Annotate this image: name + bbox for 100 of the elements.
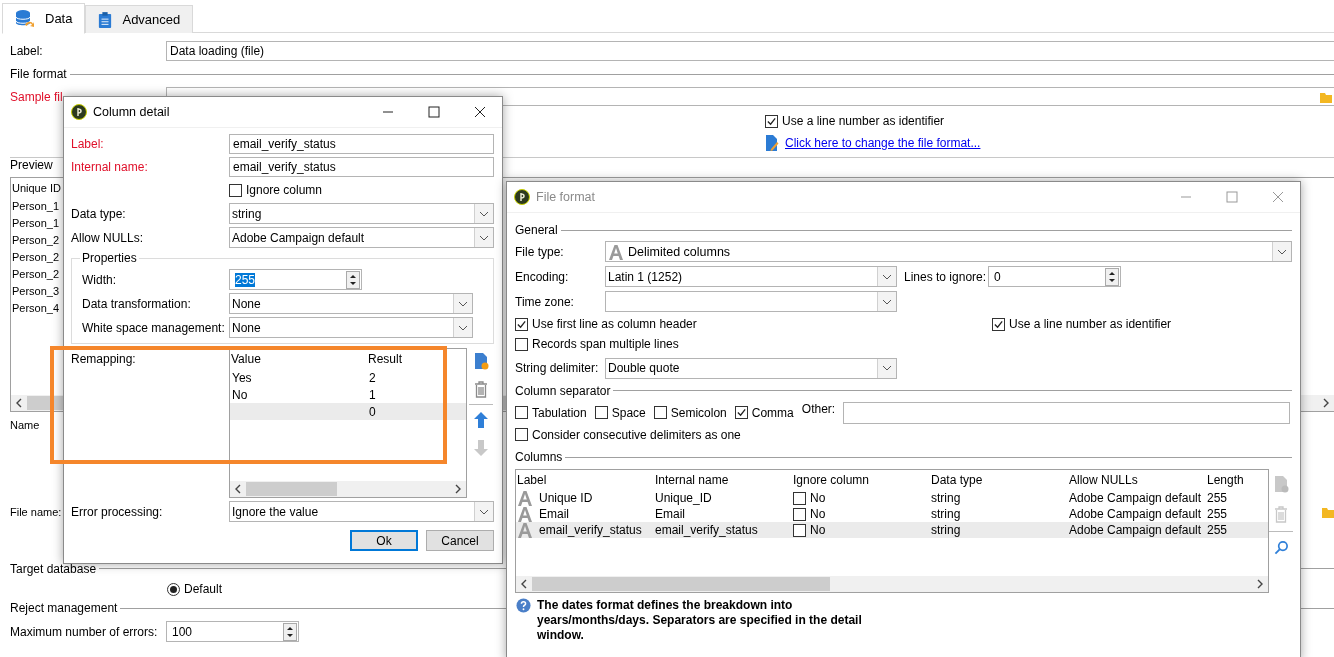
tab[interactable]: Data: [2, 3, 86, 34]
table-cell-text: Person_2: [12, 232, 60, 248]
section-heading: Column separator: [515, 383, 611, 398]
table-row[interactable]: 0: [230, 403, 466, 420]
help-note: The dates format defines the breakdown into years/months/days. Separators are specified in the detail window.: [537, 598, 863, 643]
window-title: Column detail: [93, 105, 171, 119]
field-label: Time zone:: [515, 294, 575, 309]
field-label: Width:: [82, 272, 117, 287]
string-delimiter-select[interactable]: Double quote: [605, 357, 897, 379]
ignore-checkbox[interactable]: No: [793, 523, 826, 537]
allow-nulls-select[interactable]: Adobe Campaign default: [229, 227, 494, 248]
lines-to-ignore-spinner[interactable]: 0: [988, 266, 1122, 287]
table-cell: string: [931, 523, 961, 537]
table-cell-text: Person_2: [12, 249, 60, 265]
table-cell-text: 2: [369, 370, 377, 385]
field-label: File name:: [10, 505, 62, 518]
records-span-checkbox[interactable]: Records span multiple lines: [515, 337, 679, 351]
ignore-checkbox[interactable]: No: [793, 491, 826, 505]
label-field[interactable]: Data loading (file): [166, 41, 1334, 61]
field-label: Label:: [71, 137, 105, 151]
default-radio[interactable]: Default: [167, 582, 223, 596]
field-label: Sample fil: [10, 89, 64, 104]
field-label: Maximum number of errors:: [10, 624, 159, 639]
file-type-select[interactable]: Delimited columns: [605, 241, 1292, 262]
table-row[interactable]: email_verify_status email_verify_status No string Adobe Campaign default 255: [516, 522, 1268, 538]
cancel-button[interactable]: Cancel: [426, 530, 494, 551]
field-label: Other:: [801, 401, 836, 416]
table-cell: Email: [655, 507, 685, 521]
column-header: Unique ID: [12, 181, 61, 194]
field-label: Error processing:: [71, 504, 164, 519]
width-spinner[interactable]: 255: [229, 269, 362, 290]
column-header: Value: [231, 352, 262, 366]
column-header: Length: [1207, 473, 1245, 487]
section-heading: Target database: [10, 561, 97, 576]
section-heading: File format: [10, 67, 67, 81]
text-field[interactable]: email_verify_status: [229, 134, 494, 154]
table-cell-text: 1: [369, 387, 377, 402]
table-row[interactable]: Yes 2: [230, 369, 466, 386]
table-row[interactable]: No 1: [230, 386, 466, 403]
text-field[interactable]: email_verify_status: [229, 157, 494, 177]
column-header: Label: [517, 473, 548, 487]
table-cell: 255: [1207, 507, 1228, 521]
field-label: Name: [10, 418, 40, 431]
table-cell: 255: [1207, 491, 1228, 505]
ok-button[interactable]: Ok: [350, 530, 418, 551]
ignore-checkbox[interactable]: No: [793, 507, 826, 521]
table-cell-text: Person_1: [12, 198, 60, 214]
table-cell: string: [931, 491, 961, 505]
data-transformation-select[interactable]: None: [229, 293, 473, 314]
field-label: Data transformation:: [82, 296, 192, 311]
field-label: Lines to ignore:: [904, 269, 987, 284]
field-label: File type:: [515, 244, 565, 259]
spacing-management-select[interactable]: None: [229, 317, 473, 338]
line-number-checkbox[interactable]: Use a line number as identifier: [992, 317, 1292, 331]
table-cell-text: No: [232, 387, 249, 402]
section-heading: Preview: [10, 157, 53, 172]
section-heading: General: [515, 223, 558, 237]
column-header: Data type: [931, 473, 984, 487]
table-cell: email_verify_status: [539, 523, 642, 537]
separator-checkbox[interactable]: Space: [594, 405, 646, 420]
field-label: Internal name:: [71, 160, 149, 174]
column-header: Ignore column: [793, 473, 871, 487]
first-line-header-checkbox[interactable]: Use first line as column header: [515, 317, 992, 331]
change-format-link[interactable]: Click here to change the file format...: [785, 135, 981, 150]
field-label: White space management:: [82, 320, 226, 335]
group-heading: Properties: [80, 251, 139, 265]
max-errors-spinner[interactable]: 100: [166, 621, 299, 642]
table-cell-text: Person_4: [12, 300, 60, 316]
column-header: Internal name: [655, 473, 730, 487]
separator-checkbox[interactable]: Comma: [734, 405, 794, 420]
data-type-select[interactable]: string: [229, 203, 494, 224]
separator-checkbox[interactable]: Tabulation: [515, 405, 587, 420]
table-cell: Adobe Campaign default: [1069, 523, 1202, 537]
column-header: Allow NULLs: [1069, 473, 1139, 487]
tab[interactable]: Advanced: [85, 5, 194, 33]
section-heading: Columns: [515, 450, 563, 464]
table-cell: string: [931, 507, 961, 521]
table-cell-text: Person_3: [12, 283, 60, 299]
table-cell-text: Yes: [232, 370, 253, 385]
line-number-checkbox[interactable]: Use a line number as identifier: [765, 114, 945, 128]
field-label: Allow NULLs:: [71, 230, 145, 245]
error-processing-select[interactable]: Ignore the value: [229, 501, 494, 522]
table-cell-text: 0: [369, 404, 377, 419]
table-row[interactable]: Email Email No string Adobe Campaign default 255: [516, 506, 1268, 522]
field-label: Encoding:: [515, 269, 570, 284]
table-cell: Unique ID: [539, 491, 593, 505]
column-header: Result: [368, 352, 403, 366]
field-label: String delimiter:: [515, 361, 600, 375]
table-cell-text: Person_2: [12, 266, 60, 282]
encoding-select[interactable]: Latin 1 (1252): [605, 266, 897, 287]
section-heading: Reject management: [10, 601, 118, 615]
table-cell: Adobe Campaign default: [1069, 507, 1202, 521]
consecutive-delimiters-checkbox[interactable]: Consider consecutive delimiters as one: [515, 427, 741, 442]
separator-checkbox[interactable]: Semicolon: [653, 405, 727, 420]
field-label: Label:: [10, 44, 44, 58]
table-cell: Unique_ID: [655, 491, 712, 505]
table-cell: Email: [539, 507, 569, 521]
table-cell-text: Person_1: [12, 215, 60, 231]
table-row[interactable]: Unique ID Unique_ID No string Adobe Campaign default 255: [516, 490, 1268, 506]
ignore-column-checkbox[interactable]: Ignore column: [229, 183, 494, 197]
